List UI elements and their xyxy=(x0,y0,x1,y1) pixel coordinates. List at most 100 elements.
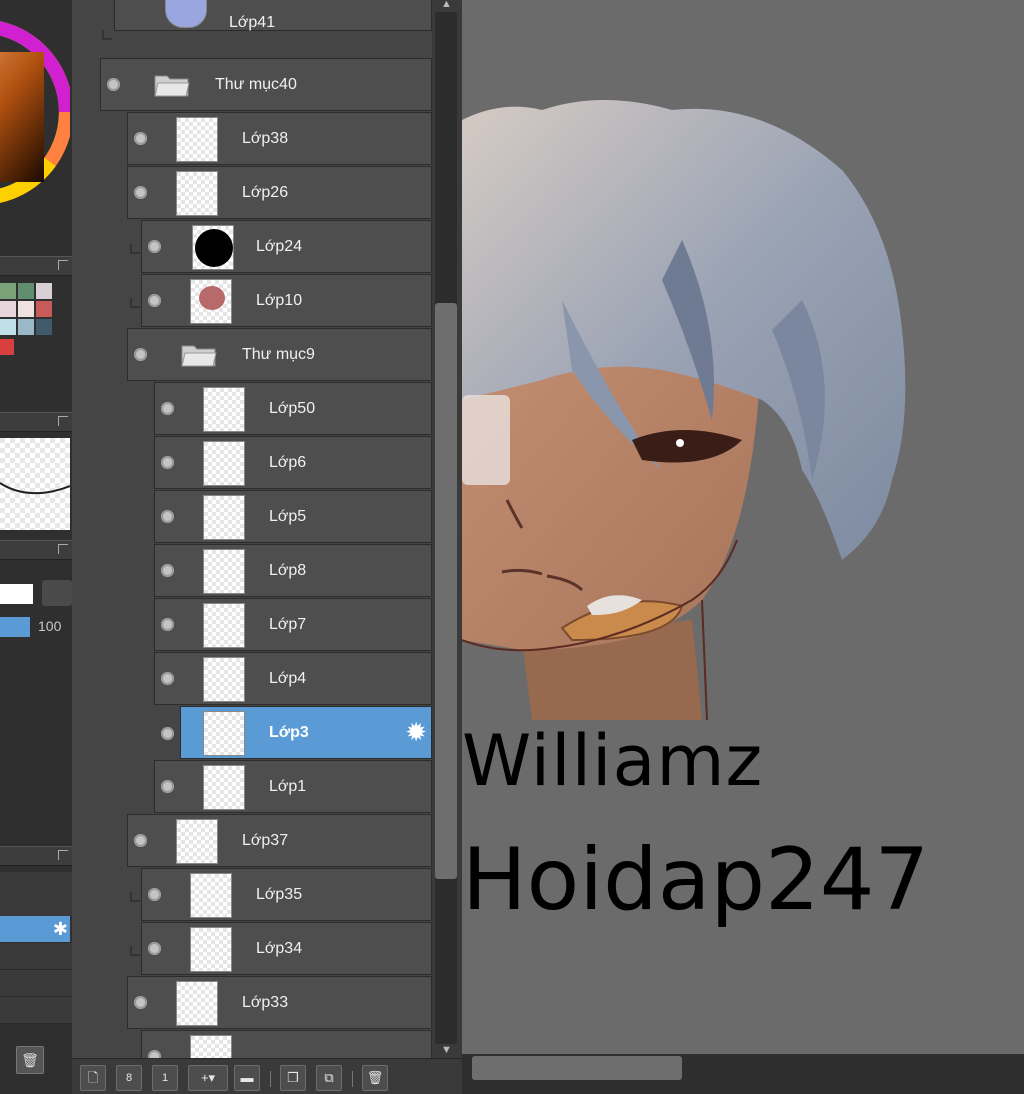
delete-layer-icon[interactable]: 🗑 xyxy=(362,1065,388,1091)
visibility-eye-icon[interactable] xyxy=(107,78,120,91)
layer-thumbnail xyxy=(203,603,245,648)
list-item[interactable] xyxy=(0,997,72,1024)
visibility-eye-icon[interactable] xyxy=(134,186,147,199)
list-item[interactable] xyxy=(0,890,72,917)
layer-row[interactable]: Lớp6 xyxy=(154,436,432,489)
visibility-eye-icon[interactable] xyxy=(148,888,161,901)
layer-row[interactable]: Lớp10 xyxy=(141,274,432,327)
layer-thumbnail xyxy=(190,279,232,324)
new-1bit-layer-icon[interactable]: 1 xyxy=(152,1065,178,1091)
list-item-selected[interactable]: ✱ xyxy=(0,916,70,942)
clip-indicator xyxy=(102,30,112,40)
opacity-slider[interactable] xyxy=(0,617,30,637)
layer-name: Lớp50 xyxy=(269,400,316,417)
layer-row[interactable]: Lớp24 xyxy=(141,220,432,273)
visibility-eye-icon[interactable] xyxy=(161,456,174,469)
layer-row[interactable]: Lớp38 xyxy=(127,112,432,165)
visibility-eye-icon[interactable] xyxy=(161,727,174,740)
layer-name: Lớp24 xyxy=(256,238,303,255)
layer-name: Lớp10 xyxy=(256,292,303,309)
drawing-canvas[interactable]: Williamz Hoidap247 xyxy=(462,0,1024,1054)
trash-icon[interactable]: 🗑 xyxy=(16,1046,44,1074)
layer-name: Lớp34 xyxy=(256,940,303,957)
layer-name: Lớp8 xyxy=(269,562,307,579)
layer-name: Lớp35 xyxy=(256,886,303,903)
visibility-eye-icon[interactable] xyxy=(134,996,147,1009)
folder-row[interactable]: Thư mục9 xyxy=(127,328,432,381)
visibility-eye-icon[interactable] xyxy=(161,564,174,577)
merge-layer-icon[interactable]: ⧉ xyxy=(316,1065,342,1091)
scroll-down-arrow-icon[interactable]: ▼ xyxy=(441,1044,452,1056)
layer-thumbnail xyxy=(203,441,245,486)
new-folder-icon[interactable]: ▬ xyxy=(234,1065,260,1091)
layer-row[interactable]: Lớp41 xyxy=(114,0,432,31)
visibility-eye-icon[interactable] xyxy=(161,672,174,685)
layer-row[interactable]: Lớp5 xyxy=(154,490,432,543)
visibility-eye-icon[interactable] xyxy=(161,780,174,793)
new-layer-icon[interactable]: 🗋 xyxy=(80,1065,106,1091)
layer-name: Lớp37 xyxy=(242,832,289,849)
layer-thumbnail xyxy=(165,0,207,28)
duplicate-layer-icon[interactable]: ❐ xyxy=(280,1065,306,1091)
layer-thumbnail xyxy=(203,657,245,702)
clip-indicator xyxy=(130,298,140,308)
layer-name: Lớp1 xyxy=(269,778,307,795)
visibility-eye-icon[interactable] xyxy=(161,618,174,631)
layer-row[interactable]: Lớp34 xyxy=(141,922,432,975)
folder-name: Thư mục9 xyxy=(242,346,315,363)
layer-list: Lớp41 Thư mục40 Lớp38 Lớp26 Lớp24 Lớp10 … xyxy=(72,0,432,1058)
layer-row[interactable]: Lớp4 xyxy=(154,652,432,705)
add-layer-dropdown-icon[interactable]: +▾ xyxy=(188,1065,228,1091)
new-raster-layer-icon[interactable]: 8 xyxy=(116,1065,142,1091)
layer-thumbnail xyxy=(190,927,232,972)
layer-row[interactable]: Lớp50 xyxy=(154,382,432,435)
layer-row[interactable]: Lớp35 xyxy=(141,868,432,921)
layer-thumbnail xyxy=(190,873,232,918)
visibility-eye-icon[interactable] xyxy=(148,1050,161,1058)
layer-row[interactable]: Lớp33 xyxy=(127,976,432,1029)
layer-row[interactable]: Lớp37 xyxy=(127,814,432,867)
layer-name: Lớp41 xyxy=(229,14,276,31)
visibility-eye-icon[interactable] xyxy=(161,510,174,523)
layer-thumbnail xyxy=(176,117,218,162)
list-item[interactable] xyxy=(0,970,72,997)
layer-row[interactable] xyxy=(141,1030,432,1058)
folder-icon xyxy=(181,345,217,367)
layer-row-selected[interactable]: Lớp3 ✹ xyxy=(180,706,432,759)
folder-icon xyxy=(154,75,190,97)
color-tools-panel: 100 ✱ 🗑 xyxy=(0,0,72,1094)
list-item[interactable] xyxy=(0,943,72,970)
layer-row[interactable]: Lớp1 xyxy=(154,760,432,813)
visibility-eye-icon[interactable] xyxy=(134,132,147,145)
layer-row[interactable]: Lớp8 xyxy=(154,544,432,597)
visibility-eye-icon[interactable] xyxy=(148,240,161,253)
layer-name: Lớp5 xyxy=(269,508,307,525)
folder-row[interactable]: Thư mục40 xyxy=(100,58,432,111)
scroll-up-arrow-icon[interactable]: ▲ xyxy=(441,0,452,10)
visibility-eye-icon[interactable] xyxy=(161,402,174,415)
gear-icon[interactable]: ✱ xyxy=(53,919,68,940)
layer-thumbnail xyxy=(176,819,218,864)
canvas-horizontal-scrollbar[interactable] xyxy=(462,1054,1024,1094)
visibility-eye-icon[interactable] xyxy=(148,942,161,955)
color-wheel[interactable] xyxy=(0,0,70,242)
layer-name: Lớp6 xyxy=(269,454,307,471)
visibility-eye-icon[interactable] xyxy=(148,294,161,307)
layer-list-scrollbar[interactable]: ▲ ▼ xyxy=(432,0,462,1058)
brush-preview xyxy=(0,438,70,530)
sub-color-chip[interactable] xyxy=(42,580,72,606)
layer-thumbnail xyxy=(176,171,218,216)
layer-thumbnail xyxy=(203,495,245,540)
visibility-eye-icon[interactable] xyxy=(134,834,147,847)
panel-header xyxy=(0,540,72,560)
signature-text: Williamz xyxy=(462,720,764,802)
visibility-eye-icon[interactable] xyxy=(134,348,147,361)
panel-header xyxy=(0,412,72,432)
layer-toolbar: 🗋 8 1 +▾ ▬ ❐ ⧉ 🗑 xyxy=(72,1058,462,1094)
layer-row[interactable]: Lớp26 xyxy=(127,166,432,219)
layer-row[interactable]: Lớp7 xyxy=(154,598,432,651)
scrollbar-thumb[interactable] xyxy=(435,303,457,879)
gear-icon[interactable]: ✹ xyxy=(405,719,427,745)
main-color-chip[interactable] xyxy=(0,584,33,604)
scrollbar-thumb[interactable] xyxy=(472,1056,682,1080)
